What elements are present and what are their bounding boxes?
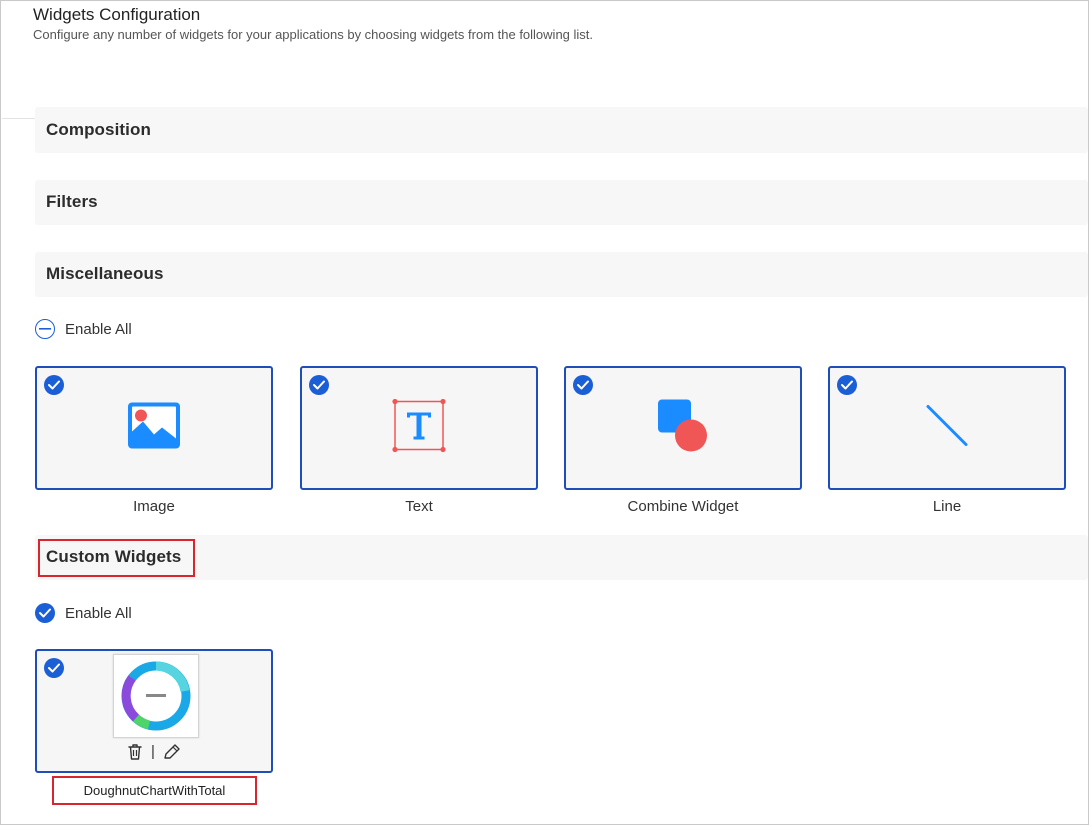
widget-label-text: Text <box>405 498 433 515</box>
check-circle-icon[interactable] <box>309 375 329 395</box>
line-icon <box>925 404 969 453</box>
custom-widget-name: DoughnutChartWithTotal <box>52 776 257 805</box>
section-miscellaneous[interactable]: Miscellaneous <box>35 252 1088 297</box>
image-icon <box>127 402 181 455</box>
panel-header: Widgets Configuration Configure any numb… <box>2 2 1088 119</box>
section-title-filters: Filters <box>46 192 98 211</box>
page-subtitle: Configure any number of widgets for your… <box>33 27 594 42</box>
widget-card-text[interactable] <box>300 366 538 490</box>
check-circle-icon[interactable] <box>44 375 64 395</box>
check-circle-icon[interactable] <box>837 375 857 395</box>
trash-icon[interactable] <box>127 743 143 760</box>
widget-card-combine[interactable] <box>564 366 802 490</box>
widget-card-doughnut-chart[interactable]: | <box>35 649 273 773</box>
section-title-composition: Composition <box>46 120 151 139</box>
minus-circle-icon <box>35 319 55 339</box>
widget-label-line: Line <box>932 498 962 515</box>
misc-enable-all-toggle[interactable]: Enable All <box>35 318 132 340</box>
page-title: Widgets Configuration <box>33 5 201 24</box>
widgets-configuration-panel: Widgets Configuration Configure any numb… <box>0 0 1089 825</box>
doughnut-chart-icon <box>121 661 191 731</box>
doughnut-chart-thumbnail <box>113 654 199 738</box>
misc-enable-all-label: Enable All <box>65 320 132 338</box>
check-circle-icon <box>35 603 55 623</box>
text-icon <box>392 398 446 458</box>
action-separator: | <box>151 743 155 760</box>
section-filters[interactable]: Filters <box>35 180 1088 225</box>
custom-enable-all-toggle[interactable]: Enable All <box>35 602 132 624</box>
widget-card-line[interactable] <box>828 366 1066 490</box>
custom-widgets-highlight <box>38 539 195 577</box>
widget-label-image: Image <box>133 498 175 515</box>
combine-widget-icon <box>656 398 710 459</box>
check-circle-icon[interactable] <box>573 375 593 395</box>
widget-label-combine: Combine Widget <box>627 498 739 515</box>
edit-pencil-icon[interactable] <box>163 743 181 760</box>
section-composition[interactable]: Composition <box>35 107 1088 153</box>
section-title-miscellaneous: Miscellaneous <box>46 264 164 283</box>
custom-enable-all-label: Enable All <box>65 604 132 622</box>
custom-widget-actions: | <box>37 743 271 760</box>
widget-card-image[interactable] <box>35 366 273 490</box>
check-circle-icon[interactable] <box>44 658 64 678</box>
